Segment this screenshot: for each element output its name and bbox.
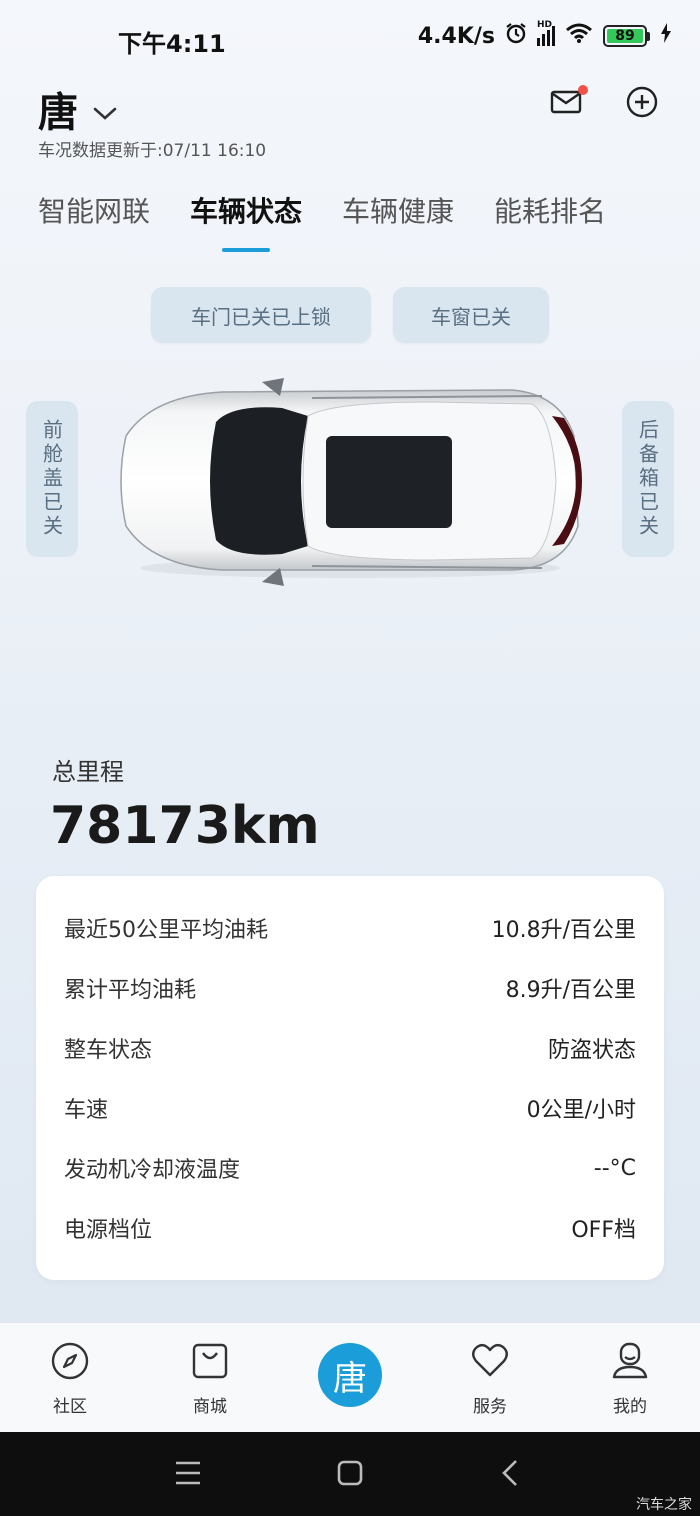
stat-row: 累计平均油耗 8.9升/百公里: [64, 958, 636, 1018]
alarm-icon: [505, 22, 527, 50]
nav-shop[interactable]: 商城: [165, 1341, 255, 1417]
network-speed: 4.4K/s: [417, 23, 495, 49]
stat-value: --°C: [593, 1155, 636, 1181]
bottom-nav: 社区 商城 唐 服务 我的: [0, 1322, 700, 1433]
stat-row: 发动机冷却液温度 --°C: [64, 1138, 636, 1198]
back-icon[interactable]: [500, 1458, 520, 1492]
battery-level: 89: [607, 29, 643, 43]
stat-value: 防盗状态: [547, 1038, 636, 1063]
chevron-down-icon: [92, 86, 118, 132]
compass-icon: [50, 1341, 90, 1386]
nav-label: 我的: [613, 1397, 647, 1417]
nav-label: 服务: [473, 1397, 507, 1417]
trunk-status-badge: 后备箱已关: [622, 401, 674, 557]
stat-label: 最近50公里平均油耗: [64, 918, 268, 943]
stat-row: 车速 0公里/小时: [64, 1078, 636, 1138]
charging-icon: [660, 23, 672, 49]
tab-vehicle-status[interactable]: 车辆状态: [190, 190, 303, 252]
home-icon[interactable]: [337, 1460, 363, 1490]
plus-circle-icon: [626, 86, 658, 122]
update-time: 车况数据更新于:07/11 16:10: [38, 141, 267, 161]
system-nav-bar: [0, 1432, 700, 1516]
tab-label: 车辆状态: [190, 195, 303, 228]
nav-service[interactable]: 服务: [445, 1341, 535, 1417]
tab-active-indicator: [222, 248, 271, 252]
user-icon: [610, 1341, 650, 1386]
status-icons: 4.4K/s HD 89: [417, 20, 672, 50]
car-top-view-image: [112, 376, 588, 588]
mail-icon: [550, 85, 588, 119]
message-button[interactable]: [546, 84, 588, 124]
nav-center-label: 唐: [333, 1358, 367, 1399]
nav-mine[interactable]: 我的: [585, 1341, 675, 1417]
tab-label: 车辆健康: [342, 195, 455, 228]
nav-community[interactable]: 社区: [25, 1341, 115, 1417]
stat-row: 整车状态 防盗状态: [64, 1018, 636, 1078]
stat-label: 电源档位: [64, 1218, 153, 1243]
stat-row: 最近50公里平均油耗 10.8升/百公里: [64, 898, 636, 958]
stat-label: 累计平均油耗: [64, 978, 197, 1003]
stat-value: 8.9升/百公里: [505, 978, 636, 1003]
hood-status-badge: 前舱盖已关: [26, 401, 78, 557]
stat-row: 电源档位 OFF档: [64, 1198, 636, 1258]
window-status-badge: 车窗已关: [393, 287, 549, 343]
nav-car-home[interactable]: 唐: [318, 1343, 382, 1407]
nav-label: 商城: [193, 1397, 227, 1417]
tab-smart-connect[interactable]: 智能网联: [38, 190, 150, 230]
cell-signal-icon: HD: [537, 20, 555, 46]
car-selector[interactable]: 唐: [38, 80, 118, 138]
stat-value: OFF档: [571, 1218, 636, 1243]
car-name: 唐: [38, 90, 78, 136]
mileage-label: 总里程: [52, 758, 124, 786]
tab-vehicle-health[interactable]: 车辆健康: [342, 190, 454, 230]
watermark: 汽车之家: [636, 1497, 692, 1513]
door-status-badge: 车门已关已上锁: [151, 287, 371, 343]
stat-label: 发动机冷却液温度: [64, 1158, 241, 1183]
stat-label: 车速: [64, 1098, 109, 1123]
tab-energy-ranking[interactable]: 能耗排名: [494, 190, 606, 230]
tab-label: 智能网联: [38, 195, 151, 228]
add-button[interactable]: [622, 84, 662, 124]
notification-dot: [578, 85, 588, 95]
stat-value: 10.8升/百公里: [491, 918, 636, 943]
status-time: 下午4:11: [118, 30, 226, 58]
hd-label: HD: [537, 20, 553, 30]
heart-icon: [470, 1341, 510, 1386]
stat-value: 0公里/小时: [526, 1098, 636, 1123]
battery-icon: 89: [603, 25, 650, 47]
stat-label: 整车状态: [64, 1038, 153, 1063]
menu-icon[interactable]: [174, 1460, 202, 1490]
shopping-bag-icon: [190, 1341, 230, 1386]
mileage-value: 78173km: [50, 796, 320, 856]
wifi-icon: [565, 22, 593, 50]
tab-label: 能耗排名: [494, 195, 607, 228]
nav-label: 社区: [53, 1397, 87, 1417]
vehicle-stats-card: 最近50公里平均油耗 10.8升/百公里 累计平均油耗 8.9升/百公里 整车状态 防…: [36, 876, 664, 1280]
tab-bar: 智能网联 车辆状态 车辆健康 能耗排名: [38, 190, 606, 252]
